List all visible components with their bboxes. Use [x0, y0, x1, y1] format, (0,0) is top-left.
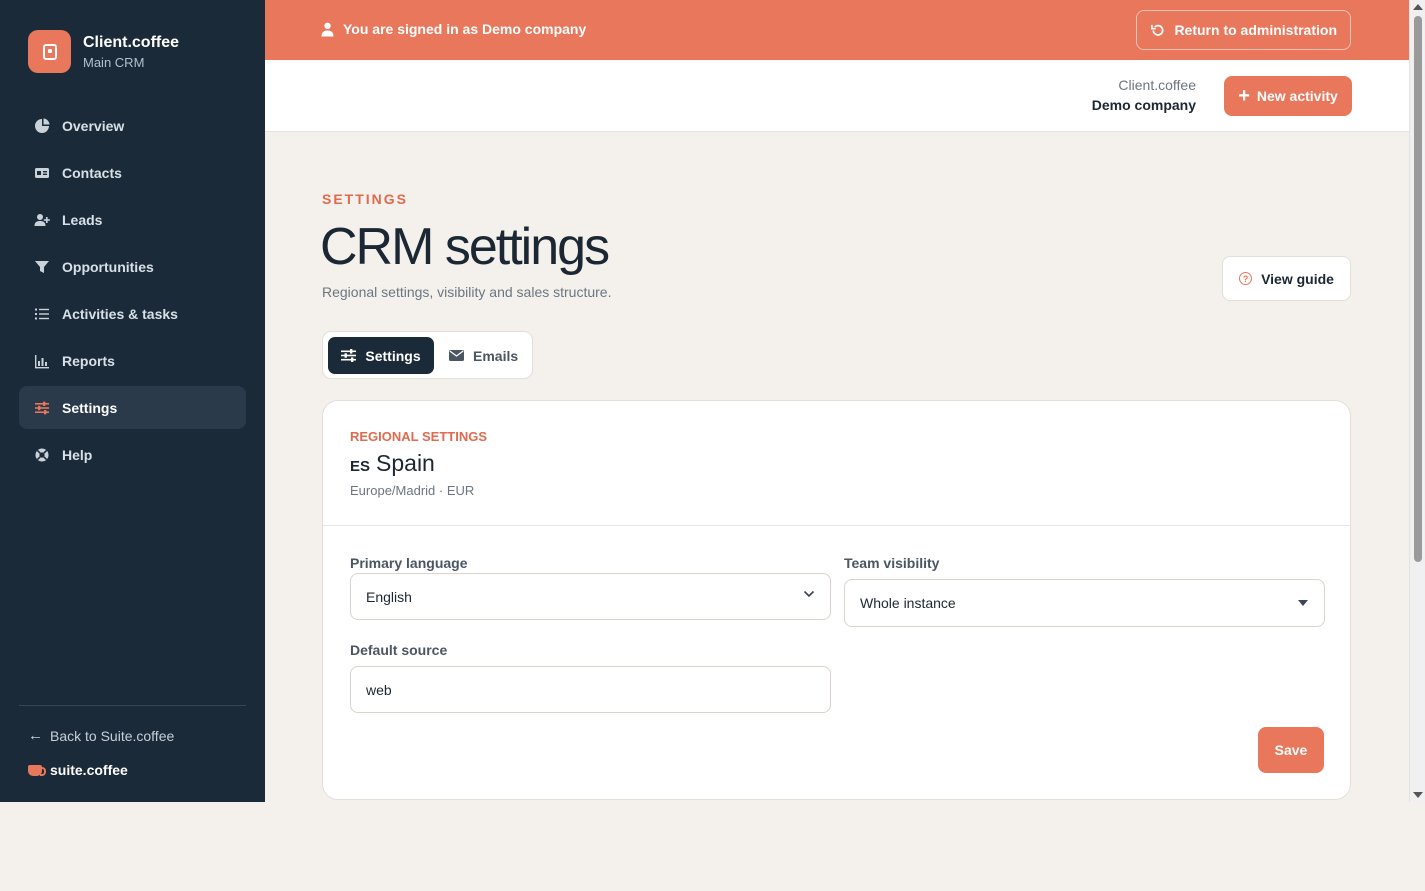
sidebar-item-help[interactable]: Help	[19, 433, 246, 476]
coffee-cup-icon	[28, 764, 46, 776]
sidebar: Client.coffee Main CRM Overview Contacts…	[0, 0, 265, 802]
plus-icon: +	[1238, 85, 1250, 107]
tab-label: Emails	[473, 347, 519, 364]
sidebar-item-overview[interactable]: Overview	[19, 104, 246, 147]
page-eyebrow: SETTINGS	[322, 191, 409, 207]
pie-chart-icon	[34, 118, 50, 134]
sidebar-item-settings[interactable]: Settings	[19, 386, 246, 429]
sidebar-item-label: Leads	[62, 211, 103, 228]
sidebar-nav: Overview Contacts Leads Opportunities Ac…	[19, 104, 246, 480]
regional-settings-card: REGIONAL SETTINGS ES Spain Europe/Madrid…	[322, 400, 1351, 800]
top-header: Client.coffee Demo company + New activit…	[265, 60, 1409, 132]
brand-subtitle: Main CRM	[83, 54, 145, 70]
new-activity-button[interactable]: + New activity	[1224, 76, 1352, 116]
account-info[interactable]: Client.coffee Demo company	[1092, 77, 1196, 113]
brand-logo-icon	[28, 30, 71, 73]
sliders-icon	[34, 400, 50, 416]
view-guide-button[interactable]: ? View guide	[1222, 256, 1351, 301]
region-heading: ES Spain	[350, 450, 435, 477]
save-button[interactable]: Save	[1258, 727, 1324, 773]
country-name: Spain	[376, 450, 435, 476]
suite-logo[interactable]: suite.coffee	[28, 762, 128, 778]
account-org: Client.coffee	[1118, 77, 1196, 93]
team-visibility-select[interactable]: Whole instance	[844, 579, 1325, 627]
banner-message: You are signed in as Demo company	[321, 21, 586, 37]
account-company: Demo company	[1091, 97, 1196, 113]
brand[interactable]: Client.coffee Main CRM	[28, 30, 179, 73]
caret-down-icon	[1298, 600, 1308, 606]
view-guide-label: View guide	[1261, 270, 1334, 287]
return-to-administration-button[interactable]: Return to administration	[1136, 10, 1351, 50]
suite-label: suite.coffee	[50, 762, 128, 778]
page-scrollbar[interactable]	[1409, 0, 1425, 802]
region-meta: Europe/Madrid · EUR	[350, 483, 475, 498]
sidebar-item-label: Settings	[62, 399, 118, 416]
tab-label: Settings	[365, 347, 421, 364]
list-icon	[34, 306, 50, 322]
scroll-up-arrow-icon[interactable]	[1413, 4, 1423, 10]
user-plus-icon	[34, 212, 50, 228]
default-source-value: web	[366, 681, 392, 698]
page-title: CRM settings	[320, 218, 610, 276]
arrow-left-icon: ←	[28, 727, 43, 744]
primary-language-select[interactable]: English	[350, 573, 831, 620]
bar-chart-icon	[34, 353, 50, 369]
undo-icon	[1151, 24, 1164, 36]
id-card-icon	[34, 165, 50, 181]
back-to-suite-link[interactable]: ← Back to Suite.coffee	[28, 727, 174, 744]
chevron-down-icon	[803, 590, 815, 598]
sidebar-divider	[19, 705, 246, 706]
lifebuoy-icon	[34, 447, 50, 463]
user-icon	[321, 22, 334, 36]
primary-language-value: English	[366, 588, 412, 605]
sidebar-item-contacts[interactable]: Contacts	[19, 151, 246, 194]
sidebar-item-label: Opportunities	[62, 258, 154, 275]
envelope-icon	[449, 350, 464, 361]
tab-emails[interactable]: Emails	[449, 337, 518, 374]
sliders-icon	[341, 349, 357, 362]
page-background	[0, 802, 1425, 891]
section-label: REGIONAL SETTINGS	[350, 429, 487, 444]
sidebar-item-opportunities[interactable]: Opportunities	[19, 245, 246, 288]
settings-tabs: Settings Emails	[322, 331, 533, 379]
default-source-label: Default source	[350, 642, 448, 658]
scroll-down-arrow-icon[interactable]	[1413, 792, 1423, 798]
page-subtitle: Regional settings, visibility and sales …	[322, 284, 612, 300]
team-visibility-label: Team visibility	[844, 555, 940, 571]
sidebar-item-label: Activities & tasks	[62, 305, 178, 322]
brand-name: Client.coffee	[83, 33, 180, 51]
country-code: ES	[350, 458, 371, 475]
sidebar-item-label: Reports	[62, 352, 115, 369]
return-button-label: Return to administration	[1174, 22, 1337, 38]
back-link-label: Back to Suite.coffee	[50, 727, 175, 744]
default-source-input[interactable]: web	[350, 666, 831, 713]
sidebar-item-leads[interactable]: Leads	[19, 198, 246, 241]
scrollbar-thumb[interactable]	[1414, 16, 1422, 562]
sidebar-item-label: Help	[62, 446, 93, 463]
sidebar-item-activities-tasks[interactable]: Activities & tasks	[19, 292, 246, 335]
sidebar-item-label: Overview	[62, 117, 125, 134]
impersonation-banner: You are signed in as Demo company Return…	[265, 0, 1409, 60]
sidebar-item-label: Contacts	[62, 164, 122, 181]
team-visibility-value: Whole instance	[860, 595, 956, 611]
banner-text: You are signed in as Demo company	[343, 21, 587, 37]
funnel-icon	[34, 259, 50, 275]
sidebar-item-reports[interactable]: Reports	[19, 339, 246, 382]
primary-language-label: Primary language	[350, 555, 468, 571]
question-icon: ?	[1239, 272, 1253, 285]
new-activity-label: New activity	[1256, 88, 1338, 104]
card-divider	[323, 525, 1350, 526]
tab-settings[interactable]: Settings	[328, 337, 434, 374]
